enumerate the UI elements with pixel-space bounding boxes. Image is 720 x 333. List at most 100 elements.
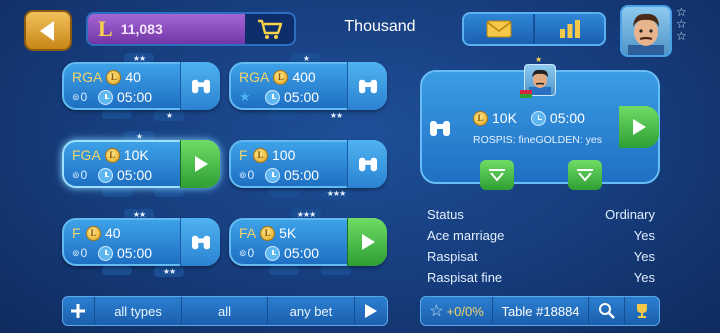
clock-icon	[265, 167, 280, 183]
binoculars-small-icon: ⊚	[239, 169, 247, 180]
watch-button[interactable]	[180, 62, 220, 110]
trophy-icon	[637, 304, 647, 318]
player-avatar[interactable]	[620, 5, 672, 57]
search-icon	[598, 303, 615, 319]
table-card[interactable]: FGA L 10K ⊚ 0 05:00	[62, 140, 220, 188]
detail-label: Ace marriage	[427, 228, 505, 243]
watch-button[interactable]	[347, 62, 387, 110]
filter-types[interactable]: all types	[95, 297, 183, 325]
expand-left-button[interactable]	[480, 160, 514, 190]
table-type: FA	[239, 225, 257, 241]
binoculars-icon	[190, 77, 212, 95]
trophy-button[interactable]	[625, 297, 659, 325]
detail-row: Raspisat fine Yes	[427, 270, 655, 285]
filter-bar: all types all any bet	[62, 296, 388, 326]
filter-bet[interactable]: any bet	[268, 297, 356, 325]
card-tab	[269, 188, 299, 197]
leaderboard-button[interactable]	[533, 14, 604, 44]
table-card[interactable]: F L 40 ⊚ 0 05:00	[62, 218, 220, 266]
binoculars-small-icon: ⊚	[72, 169, 80, 180]
table-time: 05:00	[117, 89, 153, 105]
search-button[interactable]	[589, 297, 625, 325]
table-stars-top	[291, 131, 321, 140]
star-icon: ★	[239, 89, 251, 104]
table-card[interactable]: FA L 5K ⊚ 0 05:00	[229, 218, 387, 266]
shop-cart-icon[interactable]	[245, 14, 294, 44]
card-time-row: ⊚ 0 05:00	[239, 245, 319, 261]
players-value: 0	[247, 246, 255, 260]
plus-icon	[71, 304, 86, 318]
selected-time: 05:00	[549, 110, 585, 126]
selected-rules: ROSPIS: fineGOLDEN: yes	[473, 134, 602, 146]
players-count: ⊚ 0	[72, 246, 94, 260]
mail-button[interactable]	[464, 14, 533, 44]
players-value: 0	[80, 246, 88, 260]
table-bet: 5K	[279, 225, 297, 241]
table-card[interactable]: RGA L 400 ★ 05:00	[229, 62, 387, 110]
clock-icon	[98, 167, 113, 183]
card-time-row: ⊚ 0 05:00	[72, 89, 152, 105]
table-stars-bottom	[154, 188, 184, 197]
table-card[interactable]: F L 100 ⊚ 0 05:00	[229, 140, 387, 188]
header-buttons	[462, 12, 606, 46]
watch-button[interactable]	[180, 218, 220, 266]
table-stars-bottom: ★★	[154, 266, 184, 277]
play-button[interactable]	[180, 140, 220, 188]
detail-label: Raspisat	[427, 249, 478, 264]
players-value: 0	[247, 168, 255, 182]
card-tab	[102, 188, 132, 197]
favorite-rating[interactable]: ☆ +0/0%	[421, 297, 493, 325]
card-time-row: ⊚ 0 05:00	[72, 245, 152, 261]
play-arrow-icon	[365, 304, 378, 318]
table-bet: 100	[272, 147, 296, 163]
players-count: ⊚ 0	[239, 168, 261, 182]
coin-icon: L	[273, 69, 289, 85]
expand-right-button[interactable]	[568, 160, 602, 190]
binoculars-icon	[190, 233, 212, 251]
selected-bet-row: L 10K 05:00	[473, 110, 585, 126]
table-info-bar: ☆ +0/0% Table #18884	[420, 296, 660, 326]
play-icon	[633, 119, 646, 135]
star-outline-icon: ☆	[429, 303, 444, 320]
back-button[interactable]	[24, 10, 72, 51]
coins-amount: 11,083	[120, 21, 163, 37]
play-icon	[360, 233, 376, 251]
watch-table-button[interactable]	[420, 108, 460, 148]
binoculars-icon	[430, 121, 450, 136]
card-bet-row: F L 100	[239, 147, 295, 163]
table-type: FGA	[72, 147, 101, 163]
table-number: Table #18884	[493, 297, 589, 325]
table-type: RGA	[239, 69, 270, 85]
detail-label: Status	[427, 207, 464, 222]
rating-value: +0/0%	[446, 303, 484, 319]
binoculars-small-icon: ⊚	[72, 91, 80, 102]
add-table-button[interactable]	[63, 297, 95, 325]
table-type: RGA	[72, 69, 103, 85]
coins-balance[interactable]: L 11,083	[86, 12, 296, 46]
card-tab	[269, 266, 299, 275]
join-table-button[interactable]	[619, 106, 659, 148]
flag-icon	[520, 90, 532, 98]
filter-all[interactable]: all	[182, 297, 268, 325]
back-arrow-icon	[40, 20, 54, 41]
coin-icon: L	[260, 225, 276, 241]
players-count: ⊚ 0	[239, 246, 261, 260]
players-count: ★	[239, 89, 261, 105]
play-button[interactable]	[347, 218, 387, 266]
watch-button[interactable]	[347, 140, 387, 188]
filter-next-button[interactable]	[355, 297, 387, 325]
binoculars-small-icon: ⊚	[239, 247, 247, 258]
coin-icon: L	[98, 16, 113, 41]
detail-row: Raspisat Yes	[427, 249, 655, 264]
table-stars-bottom: ★	[154, 110, 184, 121]
card-tab	[102, 266, 132, 275]
table-bet: 40	[125, 69, 141, 85]
card-time-row: ⊚ 0 05:00	[72, 167, 152, 183]
table-bet: 40	[105, 225, 121, 241]
table-card[interactable]: RGA L 40 ⊚ 0 05:00	[62, 62, 220, 110]
detail-value: Yes	[633, 270, 655, 285]
table-time: 05:00	[284, 89, 320, 105]
envelope-icon	[486, 20, 511, 38]
game-title: Thousand	[344, 18, 416, 35]
chevron-down-icon	[577, 169, 593, 182]
